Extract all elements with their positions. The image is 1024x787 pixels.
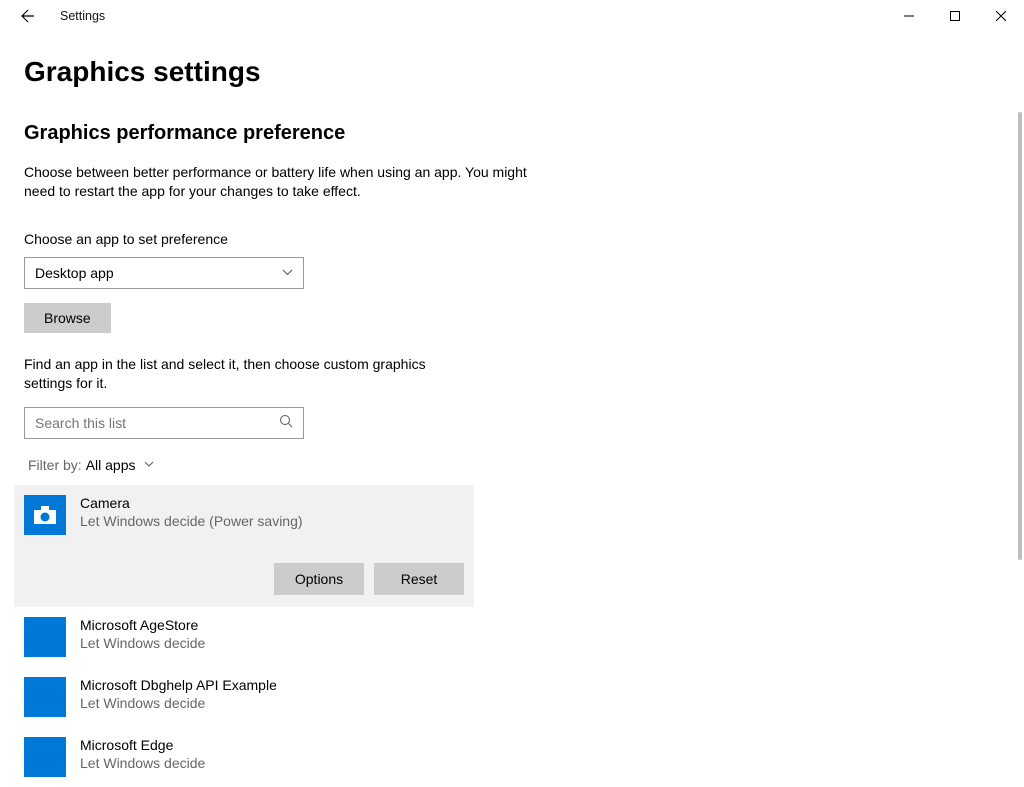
app-item-actions: Options Reset	[24, 563, 464, 595]
back-button[interactable]	[8, 0, 48, 32]
back-arrow-icon	[20, 8, 36, 24]
close-button[interactable]	[978, 0, 1024, 32]
choose-app-label: Choose an app to set preference	[24, 231, 1024, 247]
app-icon	[24, 617, 66, 657]
maximize-button[interactable]	[932, 0, 978, 32]
options-button[interactable]: Options	[274, 563, 364, 595]
section-heading: Graphics performance preference	[24, 122, 1024, 145]
window-title: Settings	[60, 9, 105, 23]
app-name: Camera	[80, 495, 303, 511]
filter-dropdown[interactable]: Filter by: All apps	[24, 457, 1024, 473]
app-item-dbghelp[interactable]: Microsoft Dbghelp API Example Let Window…	[14, 667, 474, 727]
browse-button[interactable]: Browse	[24, 303, 111, 333]
filter-label: Filter by:	[28, 457, 82, 473]
dropdown-value: Desktop app	[35, 265, 114, 281]
content-area: Graphics settings Graphics performance p…	[0, 32, 1024, 787]
find-app-help: Find an app in the list and select it, t…	[24, 355, 444, 393]
app-subtext: Let Windows decide	[80, 695, 277, 711]
title-bar: Settings	[0, 0, 1024, 32]
filter-value: All apps	[86, 457, 136, 473]
search-icon	[279, 414, 293, 431]
chevron-down-icon	[144, 459, 154, 470]
app-subtext: Let Windows decide	[80, 635, 205, 651]
page-heading: Graphics settings	[24, 56, 1024, 88]
search-input[interactable]	[35, 415, 279, 431]
camera-icon	[33, 505, 57, 525]
reset-button[interactable]: Reset	[374, 563, 464, 595]
app-name: Microsoft Dbghelp API Example	[80, 677, 277, 693]
app-type-dropdown[interactable]: Desktop app	[24, 257, 304, 289]
app-list: Camera Let Windows decide (Power saving)…	[14, 485, 474, 787]
search-box[interactable]	[24, 407, 304, 439]
scrollbar[interactable]	[1018, 112, 1022, 560]
app-name: Microsoft AgeStore	[80, 617, 205, 633]
app-item-edge[interactable]: Microsoft Edge Let Windows decide	[14, 727, 474, 787]
app-icon	[24, 495, 66, 535]
section-description: Choose between better performance or bat…	[24, 163, 544, 201]
app-subtext: Let Windows decide (Power saving)	[80, 513, 303, 529]
app-icon	[24, 737, 66, 777]
app-item-agestore[interactable]: Microsoft AgeStore Let Windows decide	[14, 607, 474, 667]
app-item-camera[interactable]: Camera Let Windows decide (Power saving)…	[14, 485, 474, 607]
minimize-button[interactable]	[886, 0, 932, 32]
app-subtext: Let Windows decide	[80, 755, 205, 771]
app-icon	[24, 677, 66, 717]
window-controls	[886, 0, 1024, 32]
chevron-down-icon	[282, 267, 293, 279]
app-name: Microsoft Edge	[80, 737, 205, 753]
close-icon	[996, 11, 1006, 21]
maximize-icon	[950, 11, 960, 21]
minimize-icon	[904, 11, 914, 21]
